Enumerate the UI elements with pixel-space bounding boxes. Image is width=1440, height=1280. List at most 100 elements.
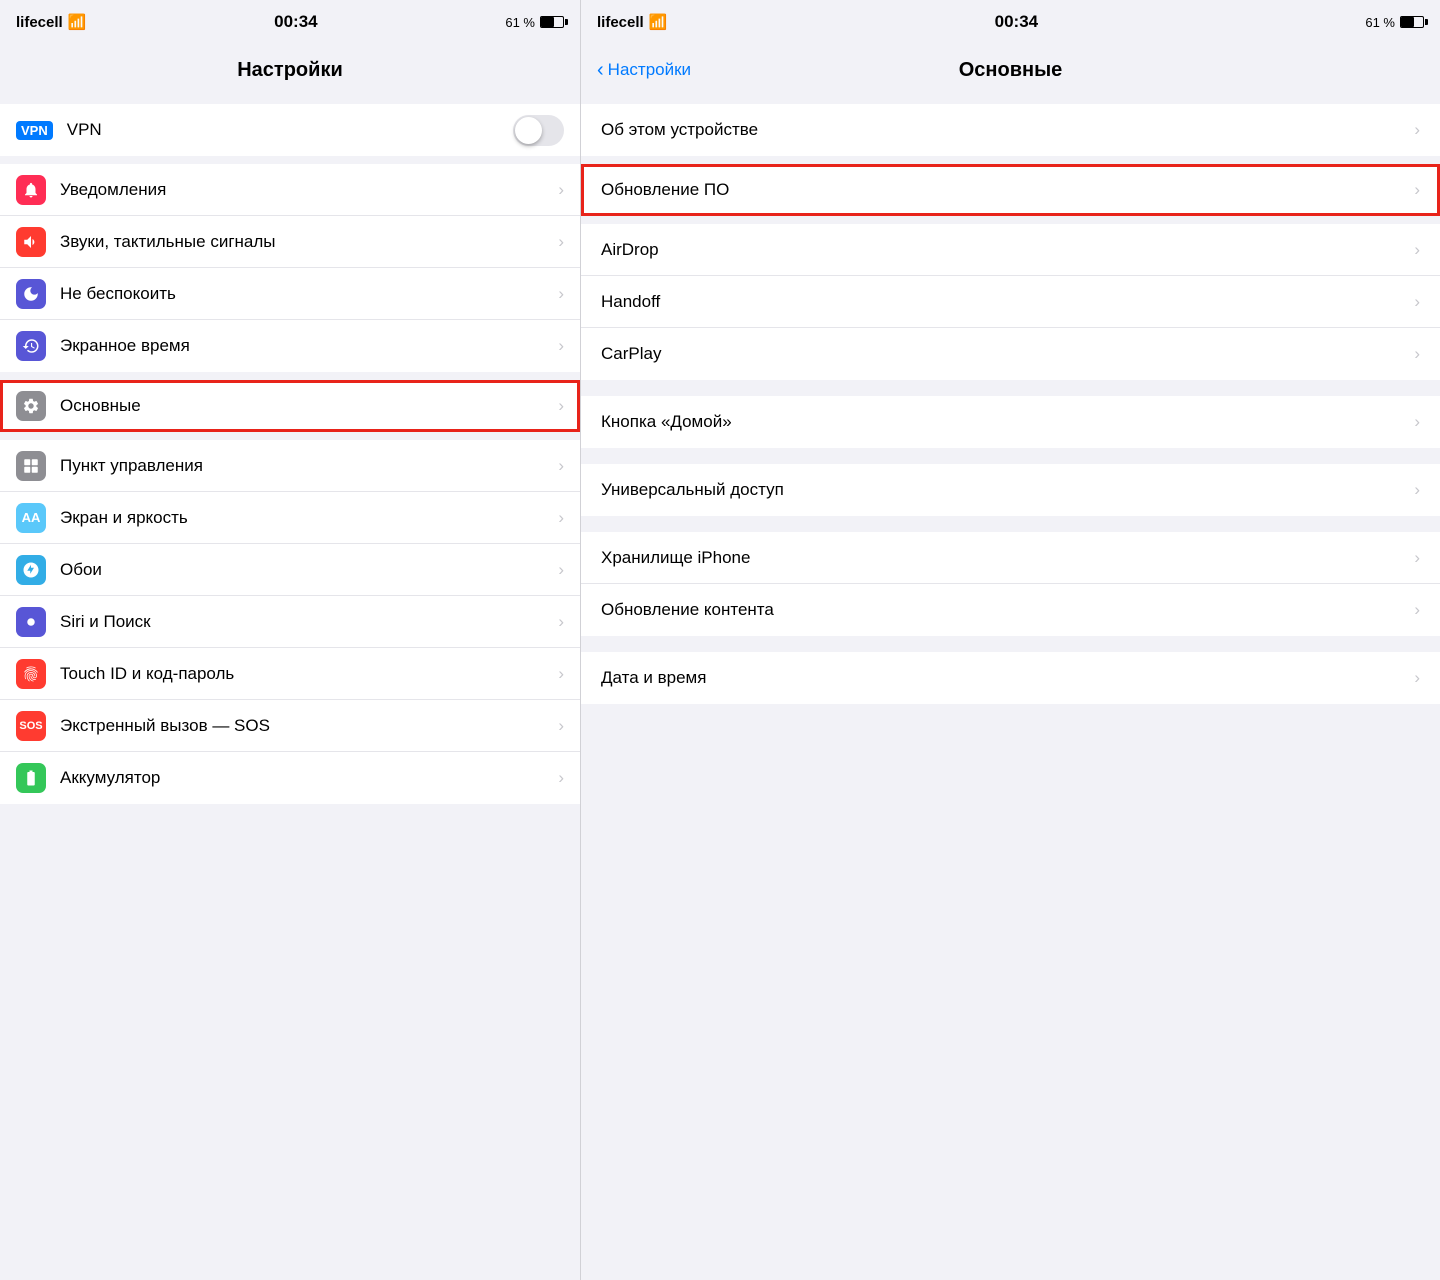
- vpn-badge: VPN: [16, 121, 53, 140]
- left-row-sounds[interactable]: Звуки, тактильные сигналы ›: [0, 216, 580, 268]
- left-row-battery[interactable]: Аккумулятор ›: [0, 752, 580, 804]
- siri-label: Siri и Поиск: [60, 612, 558, 632]
- left-row-dnd[interactable]: Не беспокоить ›: [0, 268, 580, 320]
- right-battery-icon: [1400, 16, 1424, 28]
- right-row-homebutton[interactable]: Кнопка «Домой» ›: [581, 396, 1440, 448]
- right-status-left: lifecell 📶: [597, 13, 667, 31]
- bgrefresh-chevron: ›: [1414, 600, 1420, 620]
- left-panel: lifecell 📶 00:34 61 % Настройки VPN VPN: [0, 0, 580, 1280]
- dnd-chevron: ›: [558, 284, 564, 304]
- notifications-label: Уведомления: [60, 180, 558, 200]
- left-nav-title: Настройки: [237, 59, 343, 82]
- right-status-right: 61 %: [1365, 15, 1424, 30]
- airdrop-chevron: ›: [1414, 240, 1420, 260]
- storage-label: Хранилище iPhone: [601, 548, 1414, 568]
- touchid-icon: [16, 659, 46, 689]
- right-row-software-update[interactable]: Обновление ПО ›: [581, 164, 1440, 216]
- right-section-storage: Хранилище iPhone › Обновление контента ›: [581, 532, 1440, 636]
- left-vpn-row[interactable]: VPN VPN: [0, 104, 580, 156]
- right-section-accessibility: Универсальный доступ ›: [581, 464, 1440, 516]
- left-row-notifications[interactable]: Уведомления ›: [0, 164, 580, 216]
- left-row-siri[interactable]: Siri и Поиск ›: [0, 596, 580, 648]
- left-vpn-section: VPN VPN: [0, 104, 580, 156]
- datetime-chevron: ›: [1414, 668, 1420, 688]
- sounds-icon: [16, 227, 46, 257]
- right-row-about[interactable]: Об этом устройстве ›: [581, 104, 1440, 156]
- siri-chevron: ›: [558, 612, 564, 632]
- left-time: 00:34: [274, 12, 317, 32]
- sos-chevron: ›: [558, 716, 564, 736]
- right-panel: lifecell 📶 00:34 61 % ‹ Настройки Основн…: [580, 0, 1440, 1280]
- handoff-chevron: ›: [1414, 292, 1420, 312]
- left-battery-icon: [540, 16, 564, 28]
- right-gap-0: [581, 96, 1440, 104]
- sos-label: Экстренный вызов — SOS: [60, 716, 558, 736]
- software-update-chevron: ›: [1414, 180, 1420, 200]
- left-row-controlcenter[interactable]: Пункт управления ›: [0, 440, 580, 492]
- left-carrier: lifecell: [16, 14, 63, 31]
- left-row-general[interactable]: Основные ›: [0, 380, 580, 432]
- right-row-airdrop[interactable]: AirDrop ›: [581, 224, 1440, 276]
- right-wifi-icon: 📶: [649, 13, 668, 31]
- notifications-icon: [16, 175, 46, 205]
- vpn-toggle[interactable]: [513, 115, 564, 146]
- general-chevron: ›: [558, 396, 564, 416]
- sos-icon: SOS: [16, 711, 46, 741]
- airdrop-label: AirDrop: [601, 240, 1414, 260]
- right-section-datetime: Дата и время ›: [581, 652, 1440, 704]
- right-section-hardware: Кнопка «Домой» ›: [581, 396, 1440, 448]
- right-gap-1: [581, 216, 1440, 224]
- right-row-storage[interactable]: Хранилище iPhone ›: [581, 532, 1440, 584]
- wallpaper-chevron: ›: [558, 560, 564, 580]
- left-section-notifications: Уведомления › Звуки, тактильные сигналы …: [0, 164, 580, 372]
- left-row-sos[interactable]: SOS Экстренный вызов — SOS ›: [0, 700, 580, 752]
- left-row-wallpaper[interactable]: Обои ›: [0, 544, 580, 596]
- siri-icon: [16, 607, 46, 637]
- homebutton-label: Кнопка «Домой»: [601, 412, 1414, 432]
- right-row-handoff[interactable]: Handoff ›: [581, 276, 1440, 328]
- left-section-more: Пункт управления › AA Экран и яркость › …: [0, 440, 580, 804]
- accessibility-label: Универсальный доступ: [601, 480, 1414, 500]
- sounds-chevron: ›: [558, 232, 564, 252]
- software-update-label: Обновление ПО: [601, 180, 1414, 200]
- right-section-device: Об этом устройстве ›: [581, 104, 1440, 156]
- about-label: Об этом устройстве: [601, 120, 1414, 140]
- left-status-bar: lifecell 📶 00:34 61 %: [0, 0, 580, 44]
- display-label: Экран и яркость: [60, 508, 558, 528]
- left-section-gap-2: [0, 372, 580, 380]
- right-row-datetime[interactable]: Дата и время ›: [581, 652, 1440, 704]
- carplay-chevron: ›: [1414, 344, 1420, 364]
- screentime-label: Экранное время: [60, 336, 558, 356]
- right-row-accessibility[interactable]: Универсальный доступ ›: [581, 464, 1440, 516]
- battery-label: Аккумулятор: [60, 768, 558, 788]
- left-wifi-icon: 📶: [68, 13, 87, 31]
- vpn-toggle-knob: [515, 117, 542, 144]
- homebutton-chevron: ›: [1414, 412, 1420, 432]
- right-row-bgrefresh[interactable]: Обновление контента ›: [581, 584, 1440, 636]
- right-nav-back[interactable]: ‹ Настройки: [597, 59, 691, 82]
- display-chevron: ›: [558, 508, 564, 528]
- left-row-display[interactable]: AA Экран и яркость ›: [0, 492, 580, 544]
- display-icon: AA: [16, 503, 46, 533]
- accessibility-chevron: ›: [1414, 480, 1420, 500]
- screentime-chevron: ›: [558, 336, 564, 356]
- right-nav-title: Основные: [959, 59, 1063, 82]
- controlcenter-label: Пункт управления: [60, 456, 558, 476]
- storage-chevron: ›: [1414, 548, 1420, 568]
- left-section-gap-3: [0, 432, 580, 440]
- left-row-touchid[interactable]: Touch ID и код-пароль ›: [0, 648, 580, 700]
- battery-icon-row: [16, 763, 46, 793]
- touchid-label: Touch ID и код-пароль: [60, 664, 558, 684]
- back-label[interactable]: Настройки: [608, 60, 691, 80]
- left-section-gap-0: [0, 96, 580, 104]
- right-battery-percent: 61 %: [1365, 15, 1395, 30]
- right-status-bar: lifecell 📶 00:34 61 %: [581, 0, 1440, 44]
- left-row-screentime[interactable]: Экранное время ›: [0, 320, 580, 372]
- right-row-carplay[interactable]: CarPlay ›: [581, 328, 1440, 380]
- left-section-gap-1: [0, 156, 580, 164]
- left-status-right: 61 %: [505, 15, 564, 30]
- right-gap-4: [581, 524, 1440, 532]
- datetime-label: Дата и время: [601, 668, 1414, 688]
- wallpaper-icon: [16, 555, 46, 585]
- touchid-chevron: ›: [558, 664, 564, 684]
